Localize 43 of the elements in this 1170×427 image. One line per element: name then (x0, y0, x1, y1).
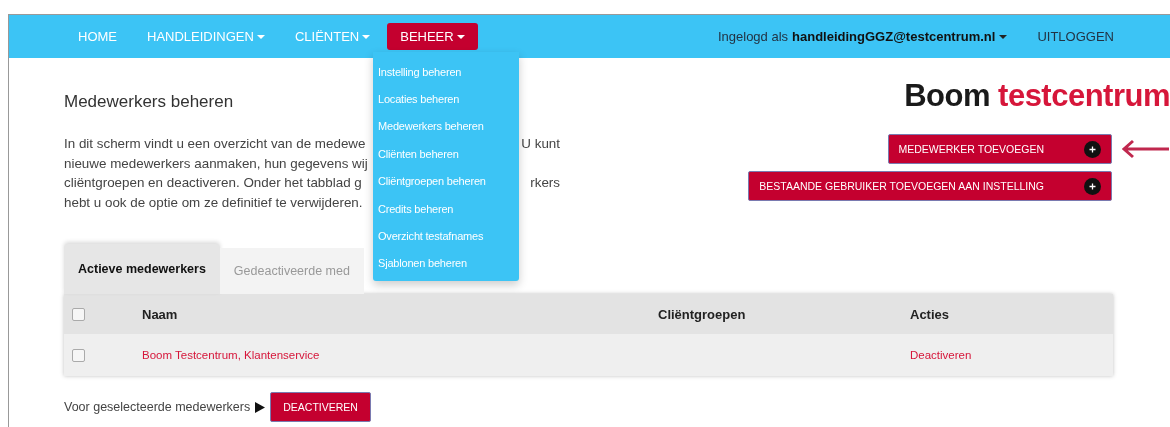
user-menu[interactable]: Ingelogd als handleidingGGZ@testcentrum.nl (717, 29, 1008, 44)
logout-link[interactable]: UITLOGGEN (1037, 29, 1114, 44)
menu-item[interactable]: Cliëntgroepen beheren (373, 167, 519, 195)
logo-text: testcentrum (998, 78, 1170, 114)
menu-item[interactable]: Locaties beheren (373, 85, 519, 113)
menu-item[interactable]: Overzicht testafnames (373, 222, 519, 250)
nav-item[interactable]: BEHEER (387, 23, 478, 50)
plus-icon (1084, 140, 1101, 158)
column-header: Cliëntgroepen (658, 306, 747, 322)
nav-item[interactable]: HANDLEIDINGEN (134, 23, 278, 50)
tab[interactable]: Gedeactiveerde med (219, 248, 364, 294)
menu-item[interactable]: Cliënten beheren (373, 140, 519, 168)
column-header: Naam (142, 306, 179, 322)
name-link[interactable]: Boom Testcentrum, Klantenservice (142, 349, 658, 361)
deactivate-button[interactable]: DEACTIVEREN (270, 392, 371, 422)
column-header: Acties (910, 306, 951, 322)
add-button[interactable]: MEDEWERKER TOEVOEGEN (887, 134, 1112, 164)
deactivate-link[interactable]: Deactiveren (910, 349, 1113, 361)
checkbox[interactable] (72, 307, 85, 321)
caret-icon (362, 34, 371, 39)
intro-text: hebt u ook de optie om ze definitief te verwijderen. (64, 193, 363, 212)
caret-icon (256, 34, 265, 39)
menu-item[interactable]: Credits beheren (373, 194, 519, 223)
page-title: Medewerkers beheren (64, 92, 234, 112)
intro-text: rkers (530, 174, 560, 192)
logo-text: Boom (904, 78, 991, 114)
arrow-icon (1122, 139, 1170, 159)
menu-item[interactable]: Medewerkers beheren (373, 112, 519, 141)
caret-icon (456, 34, 465, 39)
play-icon (255, 401, 266, 413)
tab[interactable]: Actieve medewerkers (64, 244, 220, 294)
intro-text: cliëntgroepen en deactiveren. Onder het tabblad g (64, 174, 362, 192)
plus-icon (1084, 177, 1101, 195)
menu-item[interactable]: Sjablonen beheren (373, 249, 519, 278)
nav-item[interactable]: HOME (65, 23, 130, 50)
bulk-label: Voor geselecteerde medewerkers (64, 400, 251, 414)
checkbox[interactable] (72, 348, 85, 362)
intro-text: U kunt (521, 135, 560, 153)
intro-text: In dit scherm vindt u een overzicht van de medewe (64, 135, 366, 153)
intro-text: nieuwe medewerkers aanmaken, hun gegevens wij (64, 154, 368, 173)
add-button[interactable]: BESTAANDE GEBRUIKER TOEVOEGEN AAN INSTELLING (748, 171, 1112, 201)
menu-item[interactable]: Instelling beheren (373, 58, 519, 86)
nav-item[interactable]: CLIËNTEN (281, 23, 384, 50)
